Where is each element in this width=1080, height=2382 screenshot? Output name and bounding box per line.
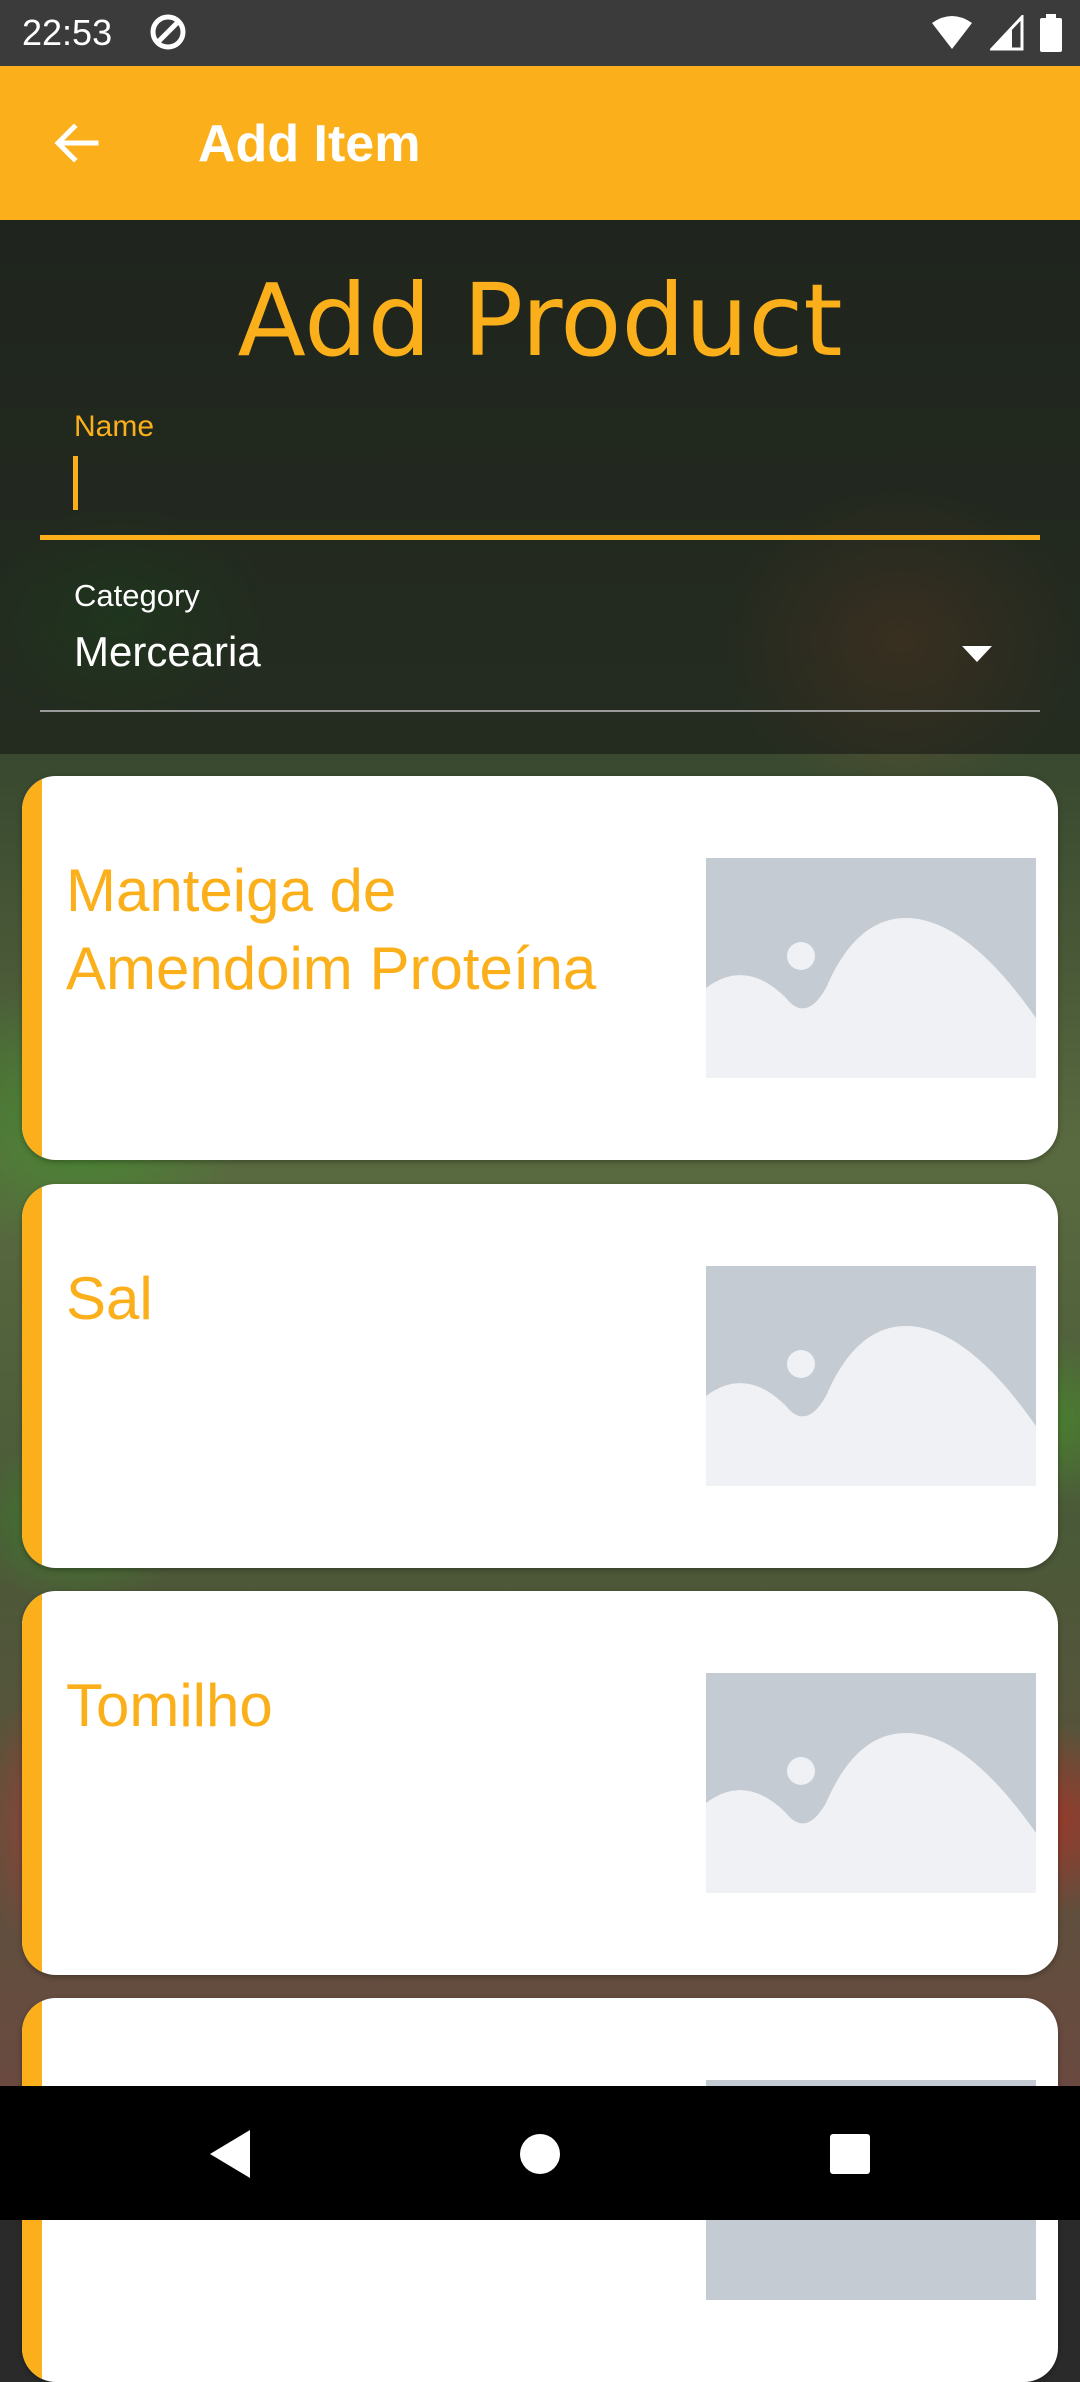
wifi-icon: [932, 16, 972, 49]
status-bar: 22:53: [0, 0, 1080, 66]
category-label: Category: [74, 578, 200, 613]
category-dropdown[interactable]: Mercearia: [40, 616, 1040, 712]
product-name: Manteiga de Amendoim Proteína: [66, 857, 597, 1002]
home-circle-icon[interactable]: [510, 2124, 570, 2184]
name-input[interactable]: [40, 446, 1040, 540]
sync-icon: [150, 14, 186, 50]
card-accent: [22, 1591, 42, 1975]
text-cursor: [73, 456, 78, 510]
image-placeholder-icon: [706, 1673, 1036, 1893]
app-bar: Add Item: [0, 66, 1080, 220]
page-title: Add Item: [198, 115, 421, 173]
card-accent: [22, 776, 42, 1160]
form-title: Add Product: [237, 262, 843, 379]
name-label: Name: [74, 410, 155, 443]
recents-square-icon[interactable]: [820, 2124, 880, 2184]
system-nav-bar: [0, 2086, 1080, 2220]
back-triangle-icon[interactable]: [202, 2124, 262, 2184]
product-name: Tomilho: [66, 1672, 273, 1739]
status-time: 22:53: [22, 12, 113, 53]
product-card[interactable]: Manteiga de Amendoim Proteína: [22, 776, 1058, 1160]
arrow-left-icon[interactable]: [44, 110, 110, 176]
battery-icon: [1040, 14, 1062, 52]
category-value: Mercearia: [74, 628, 261, 675]
product-name: Sal: [66, 1265, 153, 1332]
product-card[interactable]: Sal: [22, 1184, 1058, 1568]
signal-icon: [990, 15, 1024, 51]
image-placeholder-icon: [706, 1266, 1036, 1486]
product-card[interactable]: Tomilho: [22, 1591, 1058, 1975]
dropdown-arrow-icon: [962, 646, 992, 662]
image-placeholder-icon: [706, 858, 1036, 1078]
card-accent: [22, 1184, 42, 1568]
